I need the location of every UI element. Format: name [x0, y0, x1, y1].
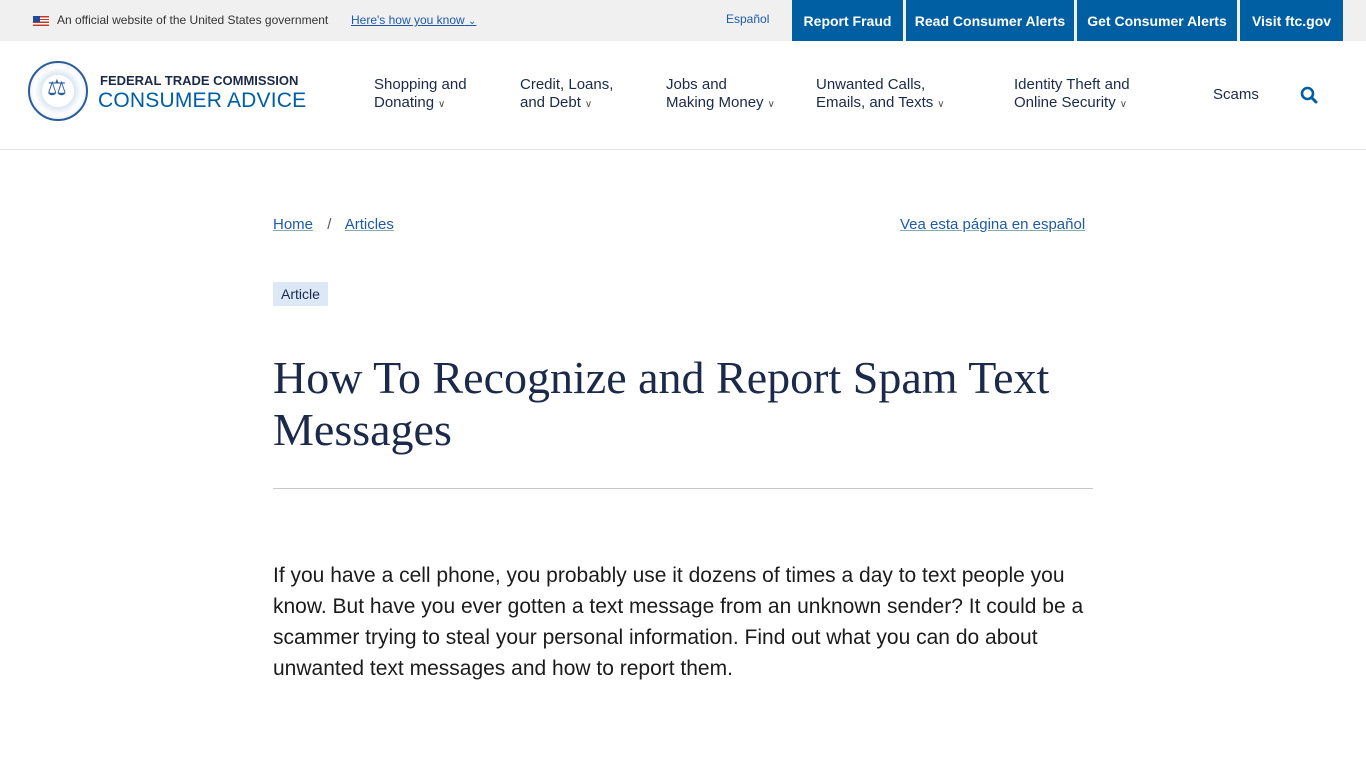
report-fraud-button[interactable]: Report Fraud [792, 0, 903, 41]
chevron-down-icon: ∨ [937, 99, 945, 110]
chevron-down-icon: ∨ [584, 99, 593, 110]
chevron-down-icon: ⌄ [468, 16, 477, 27]
nav-jobs[interactable]: Jobs and Making Money ∨ [666, 76, 775, 114]
site-header: FEDERAL TRADE COMMISSION CONSUMER ADVICE… [0, 41, 1366, 150]
how-label: Here's how you know [351, 13, 465, 27]
search-icon[interactable] [1300, 86, 1318, 104]
nav-label: Emails, and Texts [816, 94, 934, 111]
espanol-link[interactable]: Español [726, 12, 769, 26]
nav-label: Donating [374, 94, 435, 111]
spanish-version-link-wrap: Vea esta página en español [900, 216, 1085, 233]
chevron-down-icon: ∨ [438, 99, 446, 110]
spanish-version-link[interactable]: Vea esta página en español [900, 216, 1085, 233]
ftc-seal-logo[interactable] [28, 61, 88, 121]
nav-label: Credit, Loans, [520, 76, 614, 93]
nav-label: Shopping and [374, 76, 467, 93]
us-flag-icon [33, 16, 49, 26]
visit-ftc-button[interactable]: Visit ftc.gov [1240, 0, 1343, 41]
chevron-down-icon: ∨ [1119, 99, 1128, 110]
chevron-down-icon: ∨ [767, 99, 775, 110]
nav-label: Jobs and [666, 76, 727, 93]
gov-banner: An official website of the United States… [0, 0, 1366, 41]
intro-paragraph: If you have a cell phone, you probably u… [273, 564, 1084, 680]
logo-line1[interactable]: FEDERAL TRADE COMMISSION [100, 73, 298, 88]
get-consumer-alerts-button[interactable]: Get Consumer Alerts [1077, 0, 1237, 41]
nav-unwanted-calls[interactable]: Unwanted Calls, Emails, and Texts ∨ [816, 76, 945, 114]
nav-label: Identity Theft and [1014, 76, 1130, 93]
nav-shopping[interactable]: Shopping and Donating ∨ [374, 76, 467, 114]
nav-scams[interactable]: Scams [1213, 86, 1259, 104]
logo-line2[interactable]: CONSUMER ADVICE [98, 89, 306, 113]
nav-credit[interactable]: Credit, Loans, and Debt ∨ [520, 76, 613, 114]
heres-how-you-know-link[interactable]: Here's how you know ⌄ [351, 13, 476, 27]
read-consumer-alerts-button[interactable]: Read Consumer Alerts [906, 0, 1074, 41]
nav-label: and Debt [520, 94, 581, 111]
official-text: An official website of the United States… [57, 13, 329, 27]
nav-label: Online Security [1014, 94, 1116, 111]
breadcrumb-separator: / [327, 216, 332, 233]
divider [273, 488, 1093, 489]
nav-label: Unwanted Calls, [816, 76, 926, 93]
breadcrumb-articles[interactable]: Articles [345, 216, 394, 233]
page-title: How To Recognize and Report Spam Text Me… [273, 352, 1050, 455]
breadcrumb: Home / Articles [273, 216, 394, 233]
article-tag: Article [273, 282, 328, 306]
breadcrumb-home[interactable]: Home [273, 216, 313, 233]
nav-identity-theft[interactable]: Identity Theft and Online Security ∨ [1014, 76, 1130, 114]
nav-label: Making Money [666, 94, 764, 111]
